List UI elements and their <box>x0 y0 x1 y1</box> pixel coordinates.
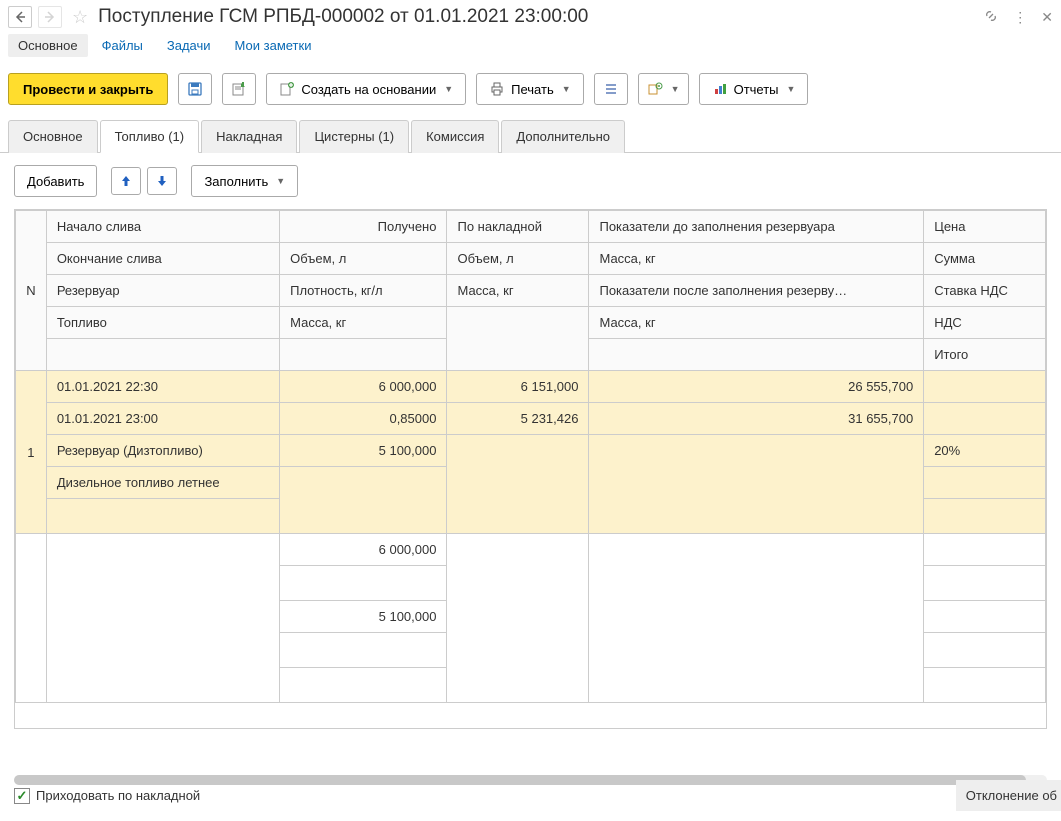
col-start[interactable]: Начало слива <box>46 211 279 243</box>
chevron-down-icon: ▼ <box>671 84 680 94</box>
cell-total[interactable] <box>924 499 1046 534</box>
cell-fuel[interactable]: Дизельное топливо летнее <box>46 467 279 499</box>
cell-recv-mass[interactable]: 5 100,000 <box>280 435 447 467</box>
related-icon <box>647 81 663 97</box>
total-mass: 5 100,000 <box>280 601 447 633</box>
chevron-down-icon: ▼ <box>562 84 571 94</box>
reports-button[interactable]: Отчеты ▼ <box>699 73 809 105</box>
invoice-checkbox[interactable]: ✓ Приходовать по накладной <box>14 788 200 804</box>
chevron-down-icon: ▼ <box>276 176 285 186</box>
cell-price[interactable] <box>924 371 1046 403</box>
tab-commission[interactable]: Комиссия <box>411 120 499 153</box>
create-based-on-button[interactable]: Создать на основании ▼ <box>266 73 466 105</box>
tab-fuel[interactable]: Топливо (1) <box>100 120 200 153</box>
post-and-close-button[interactable]: Провести и закрыть <box>8 73 168 105</box>
toolbar: Провести и закрыть Создать на основании … <box>0 65 1061 119</box>
arrow-left-icon <box>12 9 28 25</box>
col-vat-rate[interactable]: Ставка НДС <box>924 275 1046 307</box>
page-title: Поступление ГСМ РПБД-000002 от 01.01.202… <box>98 6 977 28</box>
table-row[interactable]: 01.01.2021 23:00 0,85000 5 231,426 31 65… <box>16 403 1046 435</box>
col-n[interactable]: N <box>16 211 47 371</box>
add-row-button[interactable]: Добавить <box>14 165 97 197</box>
table-row[interactable]: Резервуар (Дизтопливо) 5 100,000 20% <box>16 435 1046 467</box>
col-invoice[interactable]: По накладной <box>447 211 589 243</box>
close-icon[interactable]: ✕ <box>1041 9 1053 26</box>
cell-end[interactable]: 01.01.2021 23:00 <box>46 403 279 435</box>
row-n: 1 <box>16 371 47 534</box>
cell-recv-dens[interactable]: 0,85000 <box>280 403 447 435</box>
related-button[interactable]: ▼ <box>638 73 689 105</box>
arrow-down-icon <box>155 174 169 188</box>
col-end[interactable]: Окончание слива <box>46 243 279 275</box>
chevron-down-icon: ▼ <box>787 84 796 94</box>
col-fuel[interactable]: Топливо <box>46 307 279 339</box>
topnav-tasks[interactable]: Задачи <box>157 34 221 57</box>
list-button[interactable] <box>594 73 628 105</box>
topnav-notes[interactable]: Мои заметки <box>225 34 322 57</box>
create-icon <box>279 81 295 97</box>
tab-extra[interactable]: Дополнительно <box>501 120 625 153</box>
col-mass[interactable]: Масса, кг <box>280 307 447 339</box>
cell-recv-vol[interactable]: 6 000,000 <box>280 371 447 403</box>
arrow-up-icon <box>119 174 133 188</box>
move-down-button[interactable] <box>147 167 177 195</box>
tabs: Основное Топливо (1) Накладная Цистерны … <box>0 119 1061 153</box>
col-received[interactable]: Получено <box>280 211 447 243</box>
col-before[interactable]: Показатели до заполнения резервуара <box>589 211 924 243</box>
col-price[interactable]: Цена <box>924 211 1046 243</box>
deviation-label: Отклонение об <box>956 780 1061 811</box>
tab-tanks[interactable]: Цистерны (1) <box>299 120 409 153</box>
save-icon <box>187 81 203 97</box>
col-inv-mass[interactable]: Масса, кг <box>447 275 589 307</box>
topnav-files[interactable]: Файлы <box>92 34 153 57</box>
cell-inv-vol[interactable]: 6 151,000 <box>447 371 589 403</box>
link-icon[interactable] <box>983 8 999 27</box>
move-up-button[interactable] <box>111 167 141 195</box>
post-icon <box>231 81 247 97</box>
nav-forward-button[interactable] <box>38 6 62 28</box>
col-total[interactable]: Итого <box>924 339 1046 371</box>
col-density[interactable]: Плотность, кг/л <box>280 275 447 307</box>
table-row[interactable]: 1 01.01.2021 22:30 6 000,000 6 151,000 2… <box>16 371 1046 403</box>
total-vol: 6 000,000 <box>280 534 447 566</box>
col-volume[interactable]: Объем, л <box>280 243 447 275</box>
post-button[interactable] <box>222 73 256 105</box>
checkbox-icon: ✓ <box>14 788 30 804</box>
cell-tank[interactable]: Резервуар (Дизтопливо) <box>46 435 279 467</box>
col-sum[interactable]: Сумма <box>924 243 1046 275</box>
col-tank[interactable]: Резервуар <box>46 275 279 307</box>
print-button[interactable]: Печать ▼ <box>476 73 584 105</box>
sub-toolbar: Добавить Заполнить ▼ <box>0 153 1061 209</box>
cell-vat[interactable] <box>924 467 1046 499</box>
col-after-mass[interactable]: Масса, кг <box>589 307 924 339</box>
print-icon <box>489 81 505 97</box>
chart-icon <box>712 81 728 97</box>
favorite-star-icon[interactable]: ☆ <box>72 7 88 28</box>
tab-waybill[interactable]: Накладная <box>201 120 297 153</box>
nav-back-button[interactable] <box>8 6 32 28</box>
cell-before-mass[interactable]: 26 555,700 <box>589 371 924 403</box>
fill-button[interactable]: Заполнить ▼ <box>191 165 298 197</box>
topnav-main[interactable]: Основное <box>8 34 88 57</box>
save-button[interactable] <box>178 73 212 105</box>
cell-inv-mass[interactable]: 5 231,426 <box>447 403 589 435</box>
checkbox-label: Приходовать по накладной <box>36 788 200 803</box>
top-nav: Основное Файлы Задачи Мои заметки <box>0 34 1061 65</box>
fuel-table[interactable]: N Начало слива Получено По накладной Пок… <box>14 209 1047 729</box>
cell-sum[interactable] <box>924 403 1046 435</box>
col-vat[interactable]: НДС <box>924 307 1046 339</box>
cell-start[interactable]: 01.01.2021 22:30 <box>46 371 279 403</box>
totals-row: 6 000,000 <box>16 534 1046 566</box>
arrow-right-icon <box>42 9 58 25</box>
cell-vat-rate[interactable]: 20% <box>924 435 1046 467</box>
col-after[interactable]: Показатели после заполнения резерву… <box>589 275 924 307</box>
cell-after-mass[interactable]: 31 655,700 <box>589 403 924 435</box>
list-icon <box>603 81 619 97</box>
tab-main[interactable]: Основное <box>8 120 98 153</box>
chevron-down-icon: ▼ <box>444 84 453 94</box>
col-before-mass[interactable]: Масса, кг <box>589 243 924 275</box>
more-icon[interactable]: ⋮ <box>1013 9 1027 26</box>
col-inv-volume[interactable]: Объем, л <box>447 243 589 275</box>
